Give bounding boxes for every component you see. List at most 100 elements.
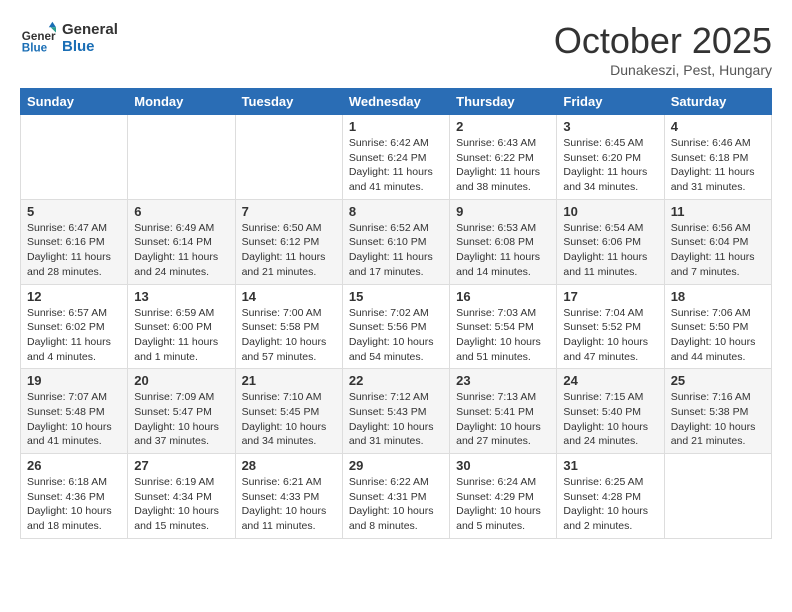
- calendar-cell: 14Sunrise: 7:00 AMSunset: 5:58 PMDayligh…: [235, 284, 342, 369]
- weekday-header-sunday: Sunday: [21, 89, 128, 115]
- day-number: 23: [456, 373, 550, 388]
- calendar-cell: 13 Sunrise: 6:59 AMSunset: 6:00 PMDayligh…: [128, 284, 235, 369]
- calendar-week-4: 19 Sunrise: 7:07 AMSunset: 5:48 PMDayligh…: [21, 369, 772, 454]
- day-info: Sunrise: 7:13 AMSunset: 5:41 PMDaylight:…: [456, 390, 550, 449]
- calendar-cell: 30 Sunrise: 6:24 AMSunset: 4:29 PMDayligh…: [450, 454, 557, 539]
- calendar-cell: [21, 115, 128, 200]
- day-info: Sunrise: 6:19 AMSunset: 4:34 PMDaylight:…: [134, 475, 228, 534]
- day-info: Sunrise: 6:54 AMSunset: 6:06 PMDaylight:…: [563, 221, 657, 280]
- day-number: 16: [456, 289, 550, 304]
- weekday-header-thursday: Thursday: [450, 89, 557, 115]
- calendar-cell: [664, 454, 771, 539]
- calendar-cell: 10 Sunrise: 6:54 AMSunset: 6:06 PMDayligh…: [557, 199, 664, 284]
- weekday-header-saturday: Saturday: [664, 89, 771, 115]
- logo: General Blue General Blue: [20, 20, 118, 56]
- logo-blue: Blue: [62, 38, 118, 55]
- title-block: October 2025 Dunakeszi, Pest, Hungary: [554, 20, 772, 78]
- calendar-table: SundayMondayTuesdayWednesdayThursdayFrid…: [20, 88, 772, 539]
- day-number: 19: [27, 373, 121, 388]
- calendar-cell: 27Sunrise: 6:19 AMSunset: 4:34 PMDayligh…: [128, 454, 235, 539]
- day-info: Sunrise: 7:00 AMSunset: 5:58 PMDaylight:…: [242, 306, 336, 365]
- day-info: Sunrise: 6:53 AMSunset: 6:08 PMDaylight:…: [456, 221, 550, 280]
- day-number: 8: [349, 204, 443, 219]
- weekday-header-wednesday: Wednesday: [342, 89, 449, 115]
- day-info: Sunrise: 6:50 AMSunset: 6:12 PMDaylight:…: [242, 221, 336, 280]
- day-info: Sunrise: 6:21 AMSunset: 4:33 PMDaylight:…: [242, 475, 336, 534]
- calendar-week-5: 26Sunrise: 6:18 AMSunset: 4:36 PMDayligh…: [21, 454, 772, 539]
- day-info: Sunrise: 6:46 AMSunset: 6:18 PMDaylight:…: [671, 136, 765, 195]
- logo-icon: General Blue: [20, 20, 56, 56]
- day-number: 2: [456, 119, 550, 134]
- day-number: 31: [563, 458, 657, 473]
- day-number: 26: [27, 458, 121, 473]
- calendar-cell: [128, 115, 235, 200]
- weekday-header-monday: Monday: [128, 89, 235, 115]
- calendar-cell: 22 Sunrise: 7:12 AMSunset: 5:43 PMDayligh…: [342, 369, 449, 454]
- location: Dunakeszi, Pest, Hungary: [554, 62, 772, 78]
- calendar-cell: 28 Sunrise: 6:21 AMSunset: 4:33 PMDayligh…: [235, 454, 342, 539]
- day-info: Sunrise: 6:45 AMSunset: 6:20 PMDaylight:…: [563, 136, 657, 195]
- day-number: 18: [671, 289, 765, 304]
- calendar-cell: 12Sunrise: 6:57 AMSunset: 6:02 PMDayligh…: [21, 284, 128, 369]
- day-number: 4: [671, 119, 765, 134]
- day-number: 25: [671, 373, 765, 388]
- day-number: 9: [456, 204, 550, 219]
- calendar-cell: 17 Sunrise: 7:04 AMSunset: 5:52 PMDayligh…: [557, 284, 664, 369]
- calendar-week-3: 12Sunrise: 6:57 AMSunset: 6:02 PMDayligh…: [21, 284, 772, 369]
- day-info: Sunrise: 7:12 AMSunset: 5:43 PMDaylight:…: [349, 390, 443, 449]
- calendar-week-1: 1Sunrise: 6:42 AMSunset: 6:24 PMDaylight…: [21, 115, 772, 200]
- day-info: Sunrise: 6:42 AMSunset: 6:24 PMDaylight:…: [349, 136, 443, 195]
- day-number: 24: [563, 373, 657, 388]
- calendar-cell: 1Sunrise: 6:42 AMSunset: 6:24 PMDaylight…: [342, 115, 449, 200]
- page-header: General Blue General Blue October 2025 D…: [20, 20, 772, 78]
- day-info: Sunrise: 6:59 AMSunset: 6:00 PMDaylight:…: [134, 306, 228, 365]
- day-number: 22: [349, 373, 443, 388]
- calendar-cell: 16Sunrise: 7:03 AMSunset: 5:54 PMDayligh…: [450, 284, 557, 369]
- day-info: Sunrise: 6:22 AMSunset: 4:31 PMDaylight:…: [349, 475, 443, 534]
- calendar-cell: 29 Sunrise: 6:22 AMSunset: 4:31 PMDayligh…: [342, 454, 449, 539]
- day-number: 13: [134, 289, 228, 304]
- calendar-cell: 5 Sunrise: 6:47 AMSunset: 6:16 PMDaylight…: [21, 199, 128, 284]
- weekday-header-tuesday: Tuesday: [235, 89, 342, 115]
- day-number: 17: [563, 289, 657, 304]
- day-info: Sunrise: 6:57 AMSunset: 6:02 PMDaylight:…: [27, 306, 121, 365]
- day-number: 21: [242, 373, 336, 388]
- calendar-cell: 15 Sunrise: 7:02 AMSunset: 5:56 PMDayligh…: [342, 284, 449, 369]
- day-number: 10: [563, 204, 657, 219]
- day-number: 3: [563, 119, 657, 134]
- day-number: 28: [242, 458, 336, 473]
- day-info: Sunrise: 7:02 AMSunset: 5:56 PMDaylight:…: [349, 306, 443, 365]
- day-info: Sunrise: 7:16 AMSunset: 5:38 PMDaylight:…: [671, 390, 765, 449]
- day-info: Sunrise: 6:47 AMSunset: 6:16 PMDaylight:…: [27, 221, 121, 280]
- day-info: Sunrise: 7:04 AMSunset: 5:52 PMDaylight:…: [563, 306, 657, 365]
- calendar-cell: 3 Sunrise: 6:45 AMSunset: 6:20 PMDaylight…: [557, 115, 664, 200]
- calendar-cell: 19 Sunrise: 7:07 AMSunset: 5:48 PMDayligh…: [21, 369, 128, 454]
- calendar-cell: 26Sunrise: 6:18 AMSunset: 4:36 PMDayligh…: [21, 454, 128, 539]
- calendar-week-2: 5 Sunrise: 6:47 AMSunset: 6:16 PMDaylight…: [21, 199, 772, 284]
- day-info: Sunrise: 6:43 AMSunset: 6:22 PMDaylight:…: [456, 136, 550, 195]
- day-info: Sunrise: 7:06 AMSunset: 5:50 PMDaylight:…: [671, 306, 765, 365]
- day-info: Sunrise: 7:15 AMSunset: 5:40 PMDaylight:…: [563, 390, 657, 449]
- day-number: 11: [671, 204, 765, 219]
- calendar-cell: 20 Sunrise: 7:09 AMSunset: 5:47 PMDayligh…: [128, 369, 235, 454]
- calendar-cell: 4 Sunrise: 6:46 AMSunset: 6:18 PMDaylight…: [664, 115, 771, 200]
- calendar-cell: 11Sunrise: 6:56 AMSunset: 6:04 PMDayligh…: [664, 199, 771, 284]
- day-number: 29: [349, 458, 443, 473]
- calendar-cell: 23 Sunrise: 7:13 AMSunset: 5:41 PMDayligh…: [450, 369, 557, 454]
- calendar-cell: 2 Sunrise: 6:43 AMSunset: 6:22 PMDaylight…: [450, 115, 557, 200]
- day-number: 30: [456, 458, 550, 473]
- day-number: 15: [349, 289, 443, 304]
- weekday-header-friday: Friday: [557, 89, 664, 115]
- day-info: Sunrise: 7:09 AMSunset: 5:47 PMDaylight:…: [134, 390, 228, 449]
- day-number: 20: [134, 373, 228, 388]
- calendar-cell: 9 Sunrise: 6:53 AMSunset: 6:08 PMDaylight…: [450, 199, 557, 284]
- day-info: Sunrise: 7:07 AMSunset: 5:48 PMDaylight:…: [27, 390, 121, 449]
- weekday-header-row: SundayMondayTuesdayWednesdayThursdayFrid…: [21, 89, 772, 115]
- day-info: Sunrise: 6:24 AMSunset: 4:29 PMDaylight:…: [456, 475, 550, 534]
- day-number: 5: [27, 204, 121, 219]
- day-number: 7: [242, 204, 336, 219]
- calendar-cell: 21 Sunrise: 7:10 AMSunset: 5:45 PMDayligh…: [235, 369, 342, 454]
- day-info: Sunrise: 7:10 AMSunset: 5:45 PMDaylight:…: [242, 390, 336, 449]
- svg-text:Blue: Blue: [22, 42, 48, 55]
- day-number: 6: [134, 204, 228, 219]
